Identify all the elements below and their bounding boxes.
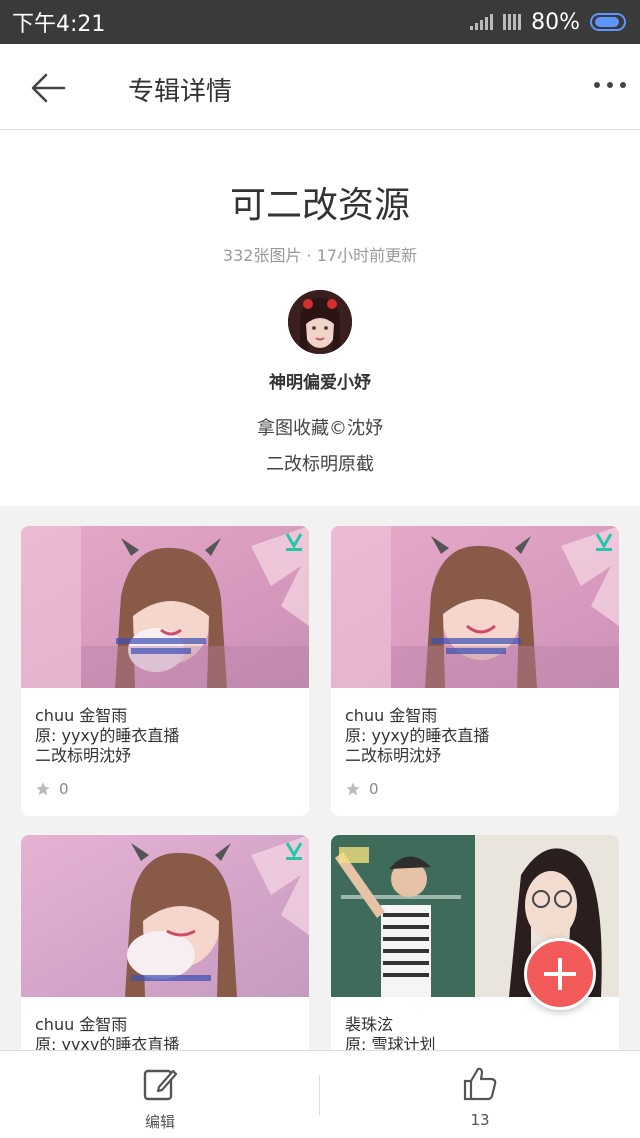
owner-name[interactable]: 神明偏爱小妤	[0, 368, 640, 393]
card-image[interactable]	[21, 526, 309, 688]
image-card[interactable]: chuu 金智雨 原: yyxy的睡衣直播	[21, 835, 309, 1055]
edit-label: 编辑	[144, 1113, 175, 1131]
card-title: 裴珠泫	[345, 1015, 394, 1034]
like-count: 0	[369, 780, 379, 798]
signal-icon	[470, 14, 494, 30]
card-note: 二改标明沈妤	[345, 746, 442, 765]
like-count: 0	[59, 780, 69, 798]
card-title: chuu 金智雨	[345, 706, 438, 725]
back-arrow-icon[interactable]	[28, 68, 68, 108]
thumbs-up-icon	[463, 1067, 497, 1101]
album-header: 可二改资源 332张图片 · 17小时前更新 神明偏爱小妤 拿图收藏©沈妤 二改…	[0, 130, 640, 506]
card-title: chuu 金智雨	[35, 706, 128, 725]
star-icon	[346, 782, 360, 796]
card-note: 二改标明沈妤	[35, 746, 132, 765]
like-tab[interactable]: 13	[320, 1051, 640, 1138]
edit-tab[interactable]: 编辑	[0, 1051, 320, 1138]
more-options-icon[interactable]	[594, 82, 626, 88]
status-bar: 下午4:21 80%	[0, 0, 640, 44]
app-bar: 专辑详情	[0, 44, 640, 130]
image-card[interactable]: chuu 金智雨 原: yyxy的睡衣直播 二改标明沈妤 0	[331, 526, 619, 816]
battery-icon	[590, 13, 626, 31]
status-time: 下午4:21	[12, 12, 106, 37]
like-count: 13	[470, 1111, 490, 1129]
card-title: chuu 金智雨	[35, 1015, 128, 1034]
page-title: 专辑详情	[128, 77, 233, 107]
edit-icon	[143, 1069, 178, 1101]
avatar[interactable]	[288, 290, 352, 354]
album-title: 可二改资源	[229, 185, 410, 226]
vlive-logo-icon	[285, 533, 303, 551]
bottom-bar: 编辑 13	[0, 1050, 640, 1138]
album-description-line: 二改标明原截	[266, 454, 374, 475]
card-source: 原: yyxy的睡衣直播	[345, 726, 490, 745]
battery-percent: 80%	[531, 9, 580, 35]
card-likes[interactable]: 0	[35, 780, 295, 816]
vlive-logo-icon	[595, 533, 613, 551]
star-icon	[36, 782, 50, 796]
status-right: 80%	[470, 10, 626, 35]
image-card[interactable]: chuu 金智雨 原: yyxy的睡衣直播 二改标明沈妤 0	[21, 526, 309, 816]
card-likes[interactable]: 0	[345, 780, 605, 816]
add-image-button[interactable]	[524, 938, 596, 1010]
signal-icon-2	[503, 14, 522, 30]
card-image[interactable]	[331, 526, 619, 688]
card-source: 原: yyxy的睡衣直播	[35, 726, 180, 745]
vlive-logo-icon	[285, 842, 303, 860]
card-image[interactable]	[21, 835, 309, 997]
album-meta: 332张图片 · 17小时前更新	[222, 246, 418, 265]
album-description-line: 拿图收藏©沈妤	[257, 418, 383, 439]
